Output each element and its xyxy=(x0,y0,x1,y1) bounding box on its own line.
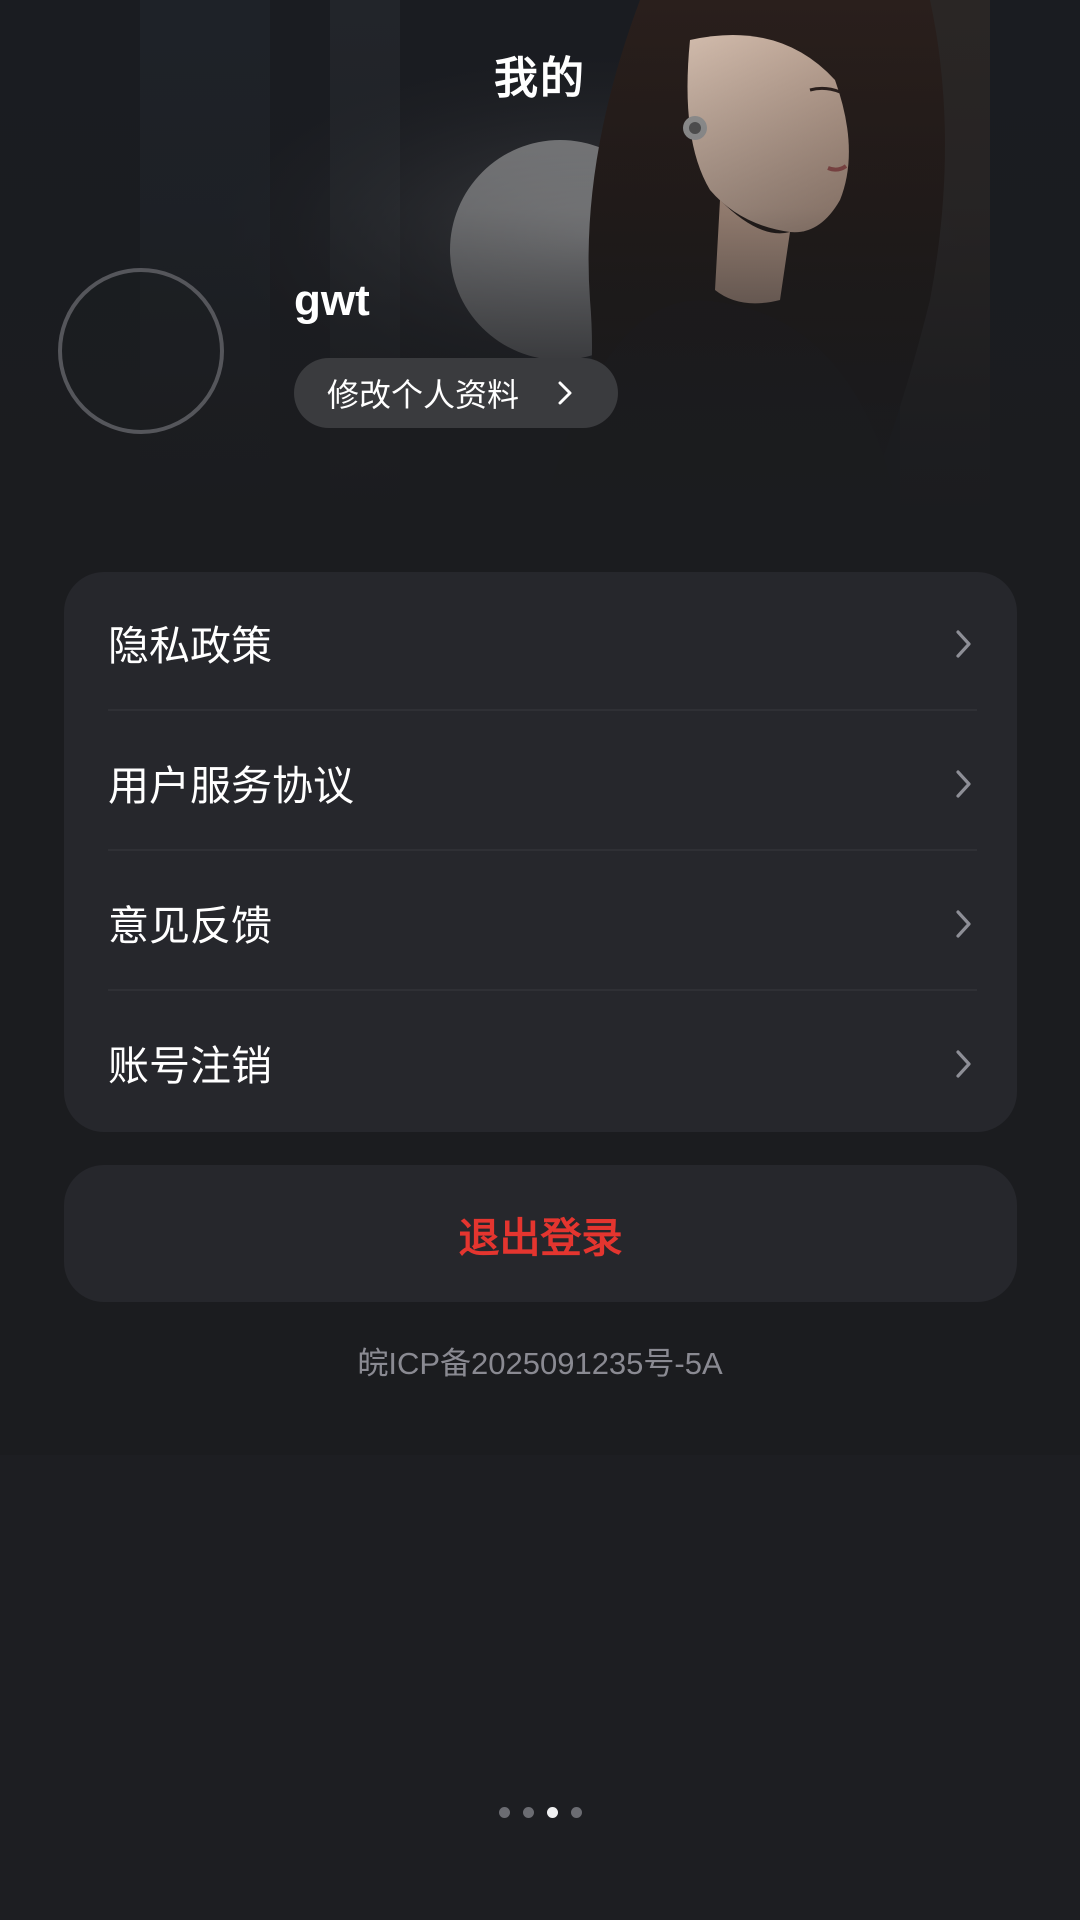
icp-license-text: 皖ICP备2025091235号-5A xyxy=(357,1346,723,1381)
username: gwt xyxy=(294,276,370,325)
settings-menu: 隐私政策 用户服务协议 意见反馈 账号注销 xyxy=(64,572,1017,1132)
logout-button[interactable]: 退出登录 xyxy=(64,1165,1017,1302)
chevron-right-icon xyxy=(956,1050,971,1078)
divider xyxy=(108,709,977,711)
logout-label: 退出登录 xyxy=(458,1213,623,1262)
page-dot[interactable] xyxy=(522,1807,534,1818)
menu-item-feedback[interactable]: 意见反馈 xyxy=(108,852,977,992)
divider xyxy=(108,849,977,851)
page-dot-active[interactable] xyxy=(546,1807,558,1818)
edit-profile-button[interactable]: 修改个人资料 xyxy=(294,358,618,428)
menu-item-account-deletion[interactable]: 账号注销 xyxy=(108,992,977,1132)
chevron-right-icon xyxy=(956,630,971,658)
menu-item-user-agreement[interactable]: 用户服务协议 xyxy=(108,712,977,852)
profile-page: 我的 gwt 修改个人资料 隐私政策 用户服务协议 意见反馈 账号注销 退出登录… xyxy=(0,0,1080,1920)
chevron-right-icon xyxy=(956,910,971,938)
avatar[interactable] xyxy=(58,268,224,434)
page-indicator xyxy=(0,1807,1080,1818)
page-dot[interactable] xyxy=(498,1807,510,1818)
menu-item-privacy-policy[interactable]: 隐私政策 xyxy=(108,572,977,712)
edit-profile-label: 修改个人资料 xyxy=(327,376,520,414)
page-title: 我的 xyxy=(494,53,586,104)
chevron-right-icon xyxy=(956,770,971,798)
chevron-right-icon xyxy=(558,381,572,405)
divider xyxy=(108,989,977,991)
menu-item-label: 隐私政策 xyxy=(108,622,272,670)
menu-item-label: 账号注销 xyxy=(108,1042,272,1090)
menu-item-label: 意见反馈 xyxy=(108,902,272,950)
page-dot[interactable] xyxy=(570,1807,582,1818)
menu-item-label: 用户服务协议 xyxy=(108,762,354,810)
